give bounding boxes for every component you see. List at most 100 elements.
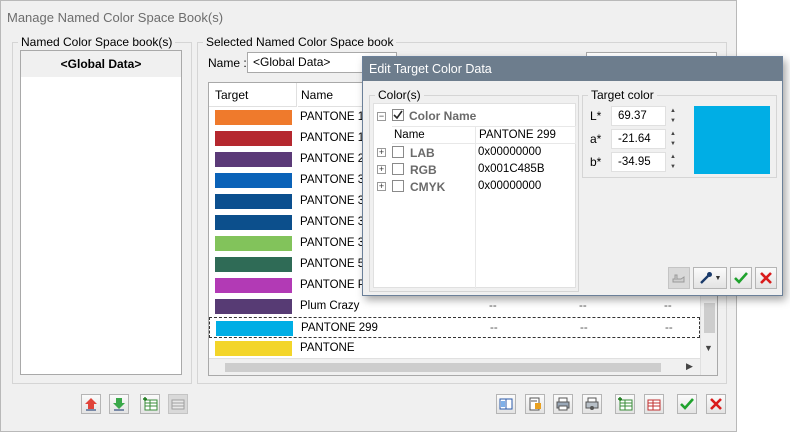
node-value: 0x001C485B — [478, 163, 545, 175]
color-name-cell: PANTONE 299 — [301, 322, 378, 334]
checkmark-icon — [734, 272, 748, 284]
target-swatch — [215, 152, 292, 167]
target-color-swatch — [694, 106, 770, 174]
color-name-cell: PANTONE — [300, 342, 355, 354]
close-icon — [710, 398, 722, 410]
target-swatch — [215, 299, 292, 314]
table-row[interactable]: Plum Crazy -- -- -- — [209, 296, 700, 317]
print-button[interactable] — [553, 394, 573, 414]
node-label: RGB — [410, 163, 437, 177]
delete-color-button[interactable] — [644, 394, 664, 414]
hand-pointer-icon — [672, 274, 685, 283]
move-up-button[interactable] — [81, 394, 101, 414]
books-legend: Named Color Space book(s) — [21, 35, 173, 49]
move-down-button[interactable] — [109, 394, 129, 414]
expand-icon[interactable]: + — [377, 148, 386, 157]
import-button[interactable] — [496, 394, 516, 414]
cancel-button[interactable] — [706, 394, 726, 414]
L-label: L* — [590, 109, 602, 123]
value-cell: -- — [489, 300, 497, 312]
name-field-label: Name — [392, 126, 475, 144]
node-value: 0x00000000 — [478, 146, 542, 158]
colors-legend: Color(s) — [378, 88, 421, 102]
L-spinner[interactable]: ▲ ▼ — [667, 106, 679, 126]
value-cell: -- — [579, 300, 587, 312]
checkmark-icon — [680, 398, 694, 410]
book-item-global[interactable]: <Global Data> — [21, 51, 181, 77]
color-name-cell: Plum Crazy — [300, 300, 360, 312]
node-label: LAB — [410, 146, 435, 160]
col-header-target[interactable]: Target — [209, 83, 297, 107]
printer-icon — [556, 397, 570, 411]
eyedropper-button[interactable]: ▼ — [693, 267, 727, 289]
b-label: b* — [590, 155, 602, 169]
node-value: 0x00000000 — [478, 180, 542, 192]
value-cell: -- — [664, 300, 672, 312]
node-label: CMYK — [410, 180, 446, 194]
dialog-ok-button[interactable] — [730, 267, 752, 289]
add-row-icon — [618, 397, 633, 411]
color-name-checkbox[interactable] — [392, 109, 404, 121]
print-setup-button[interactable] — [582, 394, 602, 414]
target-swatch — [215, 194, 292, 209]
target-swatch — [215, 215, 292, 230]
table-row[interactable]: PANTONE 299 -- -- -- — [209, 317, 700, 338]
b-spinner[interactable]: ▲ ▼ — [667, 152, 679, 172]
target-swatch — [215, 341, 292, 356]
edit-target-color-dialog: Edit Target Color Data Color(s) − Color … — [362, 56, 783, 296]
target-swatch — [215, 278, 292, 293]
dialog-cancel-button[interactable] — [755, 267, 777, 289]
tree-column-divider — [475, 144, 476, 289]
scroll-down-arrow[interactable]: ▼ — [704, 343, 713, 353]
remove-table-icon — [171, 399, 185, 410]
a-spinner[interactable]: ▲ ▼ — [667, 129, 679, 149]
books-list[interactable]: <Global Data> — [20, 50, 182, 375]
printer-settings-icon — [585, 397, 599, 410]
table-row[interactable]: PANTONE — [209, 338, 700, 359]
dialog-title: Edit Target Color Data — [363, 57, 782, 81]
node-checkbox[interactable] — [392, 180, 404, 192]
horizontal-scrollbar[interactable]: ▶ — [209, 358, 700, 375]
node-checkbox[interactable] — [392, 163, 404, 175]
expand-icon[interactable]: + — [377, 182, 386, 191]
name-label: Name : — [208, 56, 247, 70]
arrow-down-icon — [113, 398, 125, 411]
selected-book-legend: Selected Named Color Space book — [206, 35, 394, 49]
add-book-button[interactable] — [140, 394, 160, 414]
pick-from-screen-button[interactable] — [668, 267, 690, 289]
color-name-label: Color Name — [409, 109, 477, 123]
b-input[interactable]: -34.95 — [611, 152, 666, 172]
h-scroll-thumb[interactable] — [225, 363, 661, 372]
delete-row-icon — [647, 399, 661, 411]
scroll-thumb[interactable] — [704, 303, 715, 333]
target-color-legend: Target color — [591, 88, 654, 102]
chevron-down-icon: ▼ — [714, 274, 722, 282]
arrow-up-icon — [85, 398, 97, 411]
value-cell: -- — [665, 322, 673, 334]
target-swatch — [215, 110, 292, 125]
close-icon — [760, 272, 772, 284]
check-icon — [393, 110, 403, 120]
add-color-button[interactable] — [615, 394, 635, 414]
a-label: a* — [590, 132, 602, 146]
a-input[interactable]: -21.64 — [611, 129, 666, 149]
window-title: Manage Named Color Space Book(s) — [7, 10, 224, 25]
remove-book-button[interactable] — [168, 394, 188, 414]
ok-button[interactable] — [677, 394, 697, 414]
add-table-icon — [143, 397, 158, 411]
edit-color-button[interactable] — [525, 394, 545, 414]
collapse-root-icon[interactable]: − — [377, 112, 386, 121]
color-edit-icon — [529, 397, 541, 411]
expand-icon[interactable]: + — [377, 165, 386, 174]
eyedropper-icon — [699, 272, 712, 284]
target-swatch — [215, 173, 292, 188]
value-cell: -- — [580, 322, 588, 334]
color-tree[interactable]: − Color Name Name PANTONE 299 + LAB 0x0000… — [373, 103, 576, 289]
name-field-value[interactable]: PANTONE 299 — [475, 126, 576, 144]
target-swatch — [215, 257, 292, 272]
book-icon — [499, 398, 513, 410]
target-swatch — [215, 236, 292, 251]
scroll-right-arrow[interactable]: ▶ — [686, 361, 693, 372]
L-input[interactable]: 69.37 — [611, 106, 666, 126]
node-checkbox[interactable] — [392, 146, 404, 158]
